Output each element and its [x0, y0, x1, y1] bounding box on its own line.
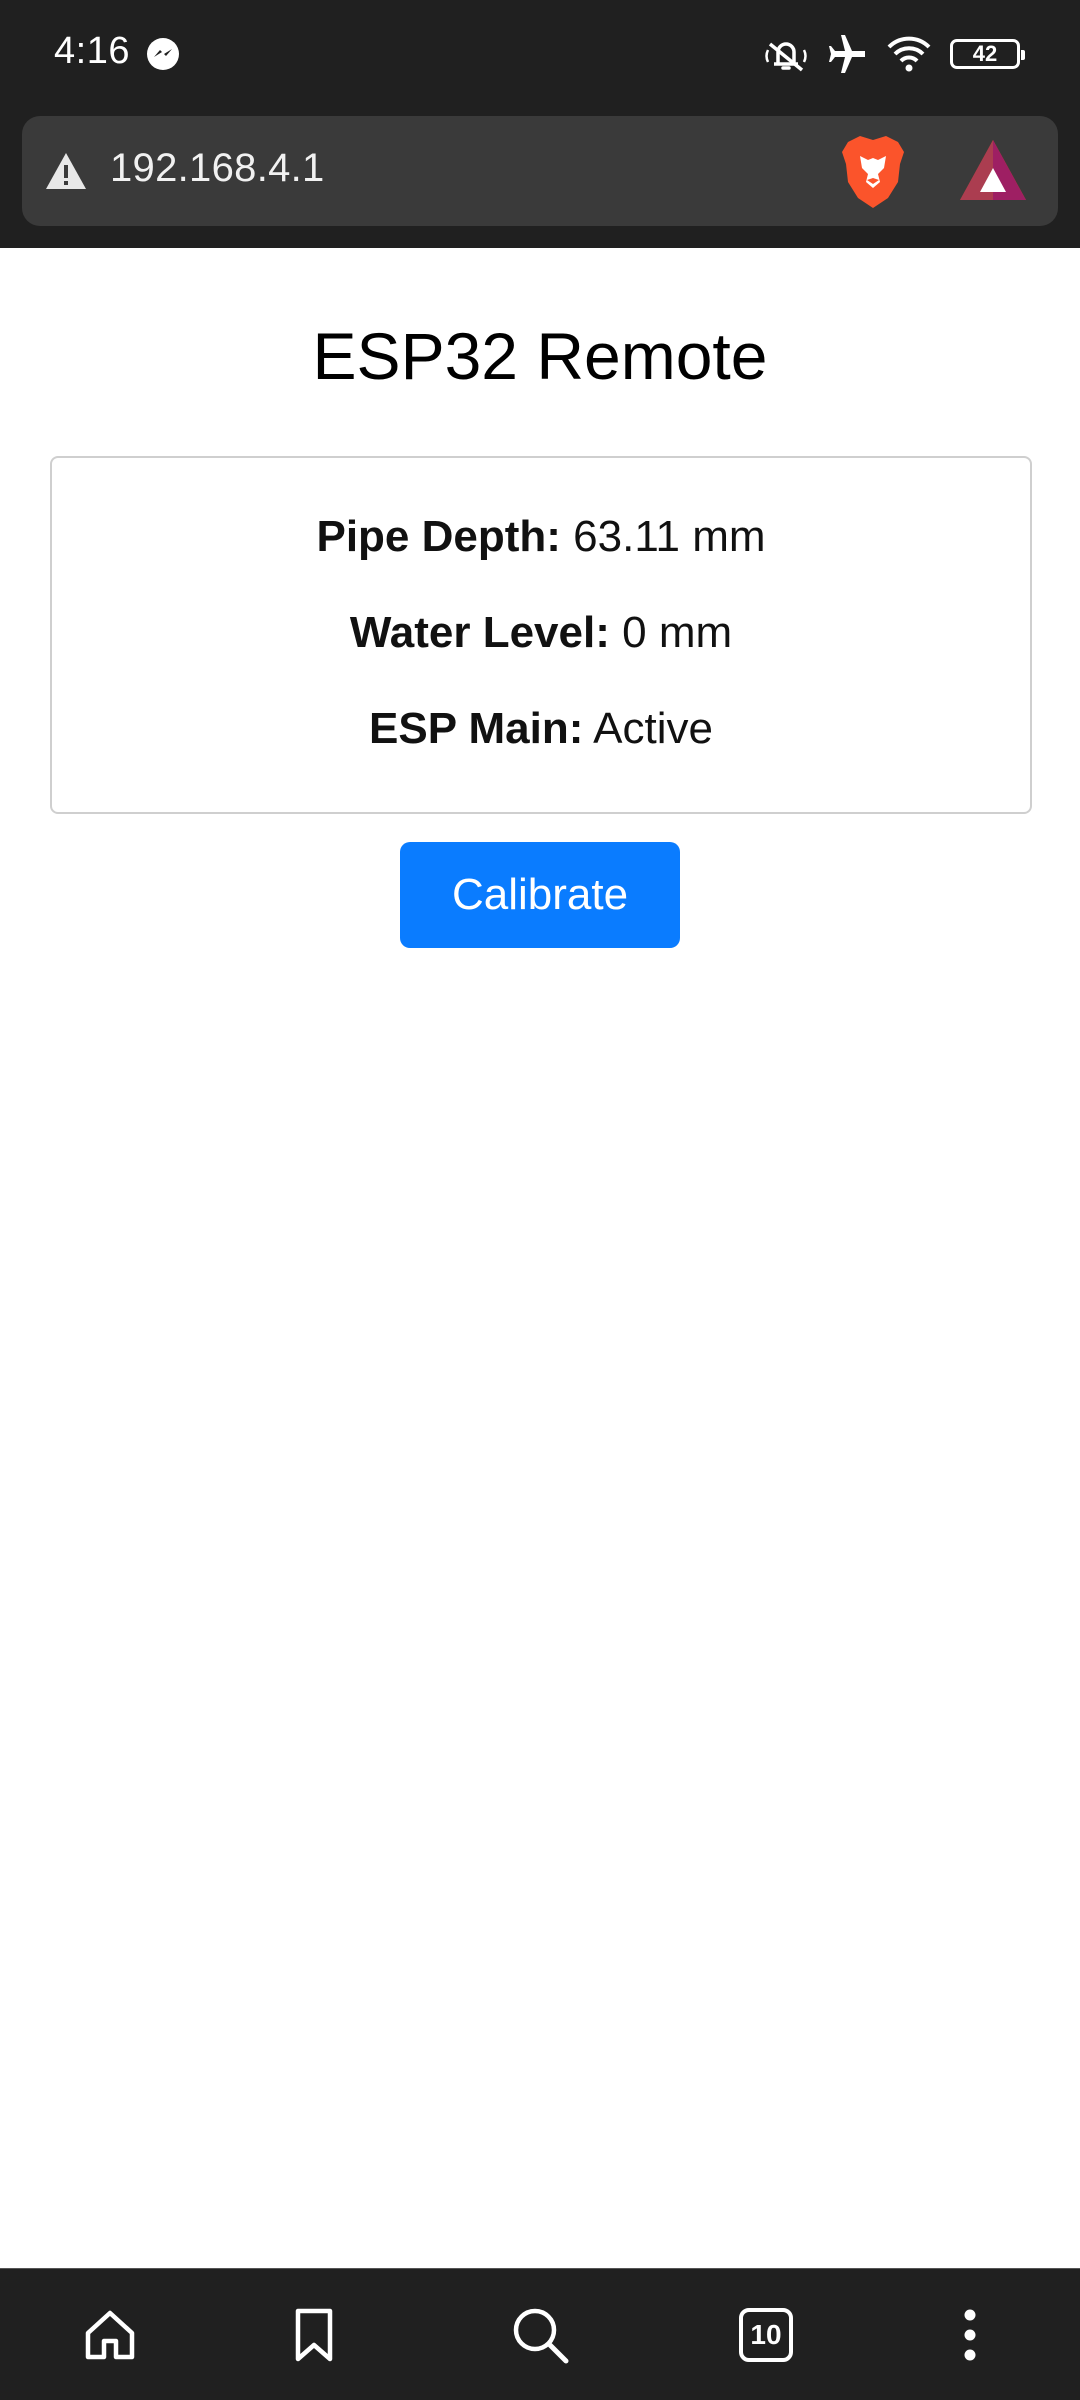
wifi-icon [887, 36, 931, 72]
messenger-icon [147, 38, 179, 70]
warning-icon[interactable] [44, 151, 88, 191]
search-button[interactable] [504, 2299, 576, 2371]
bookmark-icon [295, 2308, 333, 2362]
browser-bottom-toolbar: 10 [0, 2268, 1080, 2400]
menu-icon [964, 2309, 976, 2361]
home-button[interactable] [74, 2299, 146, 2371]
status-card: Pipe Depth: 63.11 mm Water Level: 0 mm E… [50, 456, 1032, 814]
pipe-depth-label: Pipe Depth: [316, 512, 561, 561]
battery-icon: 42 [950, 39, 1025, 69]
battery-level: 42 [972, 41, 998, 66]
pipe-depth-row: Pipe Depth: 63.11 mm [52, 512, 1030, 562]
calibrate-button[interactable]: Calibrate [400, 842, 680, 948]
water-level-value: 0 mm [622, 608, 733, 657]
home-icon [85, 2310, 135, 2360]
status-icons: 42 [764, 32, 1025, 76]
pipe-depth-value: 63.11 mm [573, 512, 766, 561]
esp-main-value: Active [593, 704, 713, 753]
mute-icon [765, 42, 807, 72]
brave-rewards-icon[interactable] [958, 138, 1028, 202]
status-time: 4:16 [54, 30, 130, 72]
menu-button[interactable] [934, 2299, 1006, 2371]
airplane-icon [829, 35, 865, 73]
url-text[interactable]: 192.168.4.1 [110, 146, 325, 191]
tabs-icon: 10 [739, 2308, 793, 2362]
esp-main-label: ESP Main: [369, 704, 584, 753]
tab-count: 10 [750, 2319, 782, 2350]
status-bar: 4:16 42 [0, 0, 1080, 108]
water-level-label: Water Level: [349, 608, 610, 657]
brave-shields-icon[interactable] [838, 134, 908, 210]
browser-address-bar: 192.168.4.1 [0, 108, 1080, 248]
water-level-row: Water Level: 0 mm [52, 608, 1030, 658]
search-icon [513, 2308, 569, 2364]
bookmark-button[interactable] [278, 2299, 350, 2371]
url-field[interactable]: 192.168.4.1 [22, 116, 1058, 226]
page-title: ESP32 Remote [312, 319, 768, 393]
tabs-button[interactable]: 10 [730, 2299, 802, 2371]
esp-main-row: ESP Main: Active [52, 704, 1030, 754]
